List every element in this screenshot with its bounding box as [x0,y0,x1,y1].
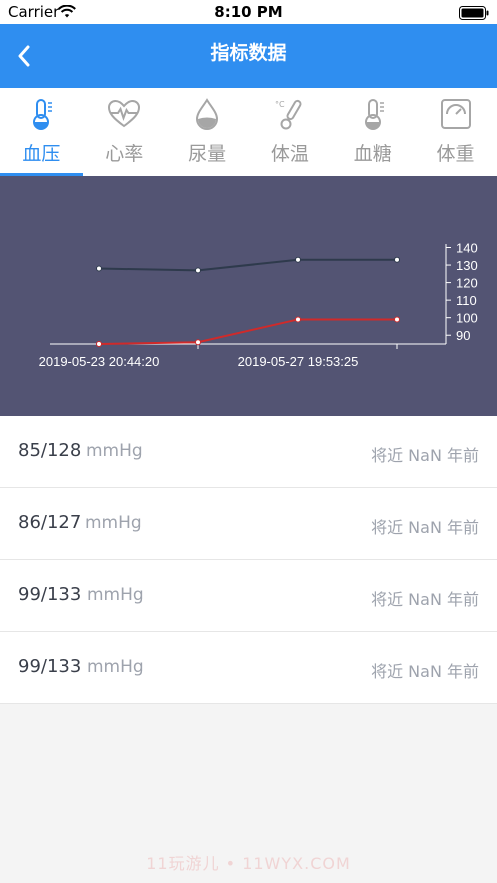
data-point [195,267,201,274]
heart-pulse-icon [108,99,141,128]
record-time: 将近 NaN 年前 [371,518,479,537]
y-tick-label: 140 [456,241,478,256]
status-time: 8:10 PM [214,3,283,21]
tab-label: 心率 [105,143,144,165]
record-value: 99/133 [18,584,82,605]
thermometer-icon [33,99,53,130]
battery-icon [459,5,489,24]
svg-text:°C: °C [275,100,285,109]
record-time: 将近 NaN 年前 [371,590,479,609]
data-point [96,265,102,272]
x-tick-label: 2019-05-23 20:44:20 [39,354,160,369]
data-point [295,256,301,263]
record-unit: mmHg [87,585,144,605]
chevron-left-icon [18,45,30,67]
nav-bar: 指标数据 [0,24,497,88]
data-point [195,339,201,346]
tab-blood-pressure[interactable]: 血压 [0,88,83,176]
y-tick-label: 130 [456,258,478,273]
data-point [295,316,301,323]
series-line-0 [98,258,397,272]
tab-urine-volume[interactable]: 尿量 [166,88,249,176]
record-list: 85/128 mmHg 将近 NaN 年前 86/127 mmHg 将近 NaN… [0,416,497,704]
record-unit: mmHg [86,441,143,461]
tab-label: 血压 [22,143,61,165]
record-value: 85/128 [18,440,82,461]
y-tick-label: 110 [456,293,477,308]
list-item[interactable]: 99/133 mmHg 将近 NaN 年前 [0,632,497,704]
x-tick-label: 2019-05-27 19:53:25 [238,354,359,369]
tab-label: 体温 [270,143,309,165]
record-value: 99/133 [18,656,82,677]
y-tick-label: 100 [456,311,478,326]
metric-tabs: 血压 心率 尿量 °C 体温 血糖 体重 [0,88,497,176]
data-point [394,256,400,263]
record-unit: mmHg [87,657,144,677]
tab-blood-sugar[interactable]: 血糖 [331,88,414,176]
y-tick-label: 90 [456,328,470,343]
record-time: 将近 NaN 年前 [371,446,479,465]
list-item[interactable]: 85/128 mmHg 将近 NaN 年前 [0,416,497,488]
watermark: 11玩游儿 • 11WYX.COM [146,854,351,873]
list-item[interactable]: 99/133 mmHg 将近 NaN 年前 [0,560,497,632]
thermometer-icon [364,99,384,130]
drop-icon [196,98,219,130]
tab-label: 尿量 [188,143,227,165]
tab-weight[interactable]: 体重 [414,88,497,176]
list-item[interactable]: 86/127 mmHg 将近 NaN 年前 [0,488,497,560]
record-time: 将近 NaN 年前 [371,662,479,681]
tab-heart-rate[interactable]: 心率 [83,88,166,176]
status-bar: Carrier 8:10 PM [0,0,497,24]
series-line-1 [98,318,397,345]
data-point [96,341,102,347]
celsius-thermometer-icon: °C [275,99,302,130]
tab-body-temperature[interactable]: °C 体温 [248,88,331,176]
tab-label: 血糖 [353,143,392,165]
chart-canvas: 90 100 110 120 130 140 2019-05-23 20:44:20 2019… [39,241,478,369]
data-point [394,316,400,323]
scale-icon [440,99,471,129]
back-button[interactable] [4,36,44,76]
tab-label: 体重 [436,143,475,165]
y-tick-label: 120 [456,276,478,291]
blood-pressure-chart: 90 100 110 120 130 140 2019-05-23 20:44:20 2019… [0,176,497,416]
record-value: 86/127 [18,512,82,533]
record-unit: mmHg [85,513,142,533]
page-title: 指标数据 [210,42,287,64]
